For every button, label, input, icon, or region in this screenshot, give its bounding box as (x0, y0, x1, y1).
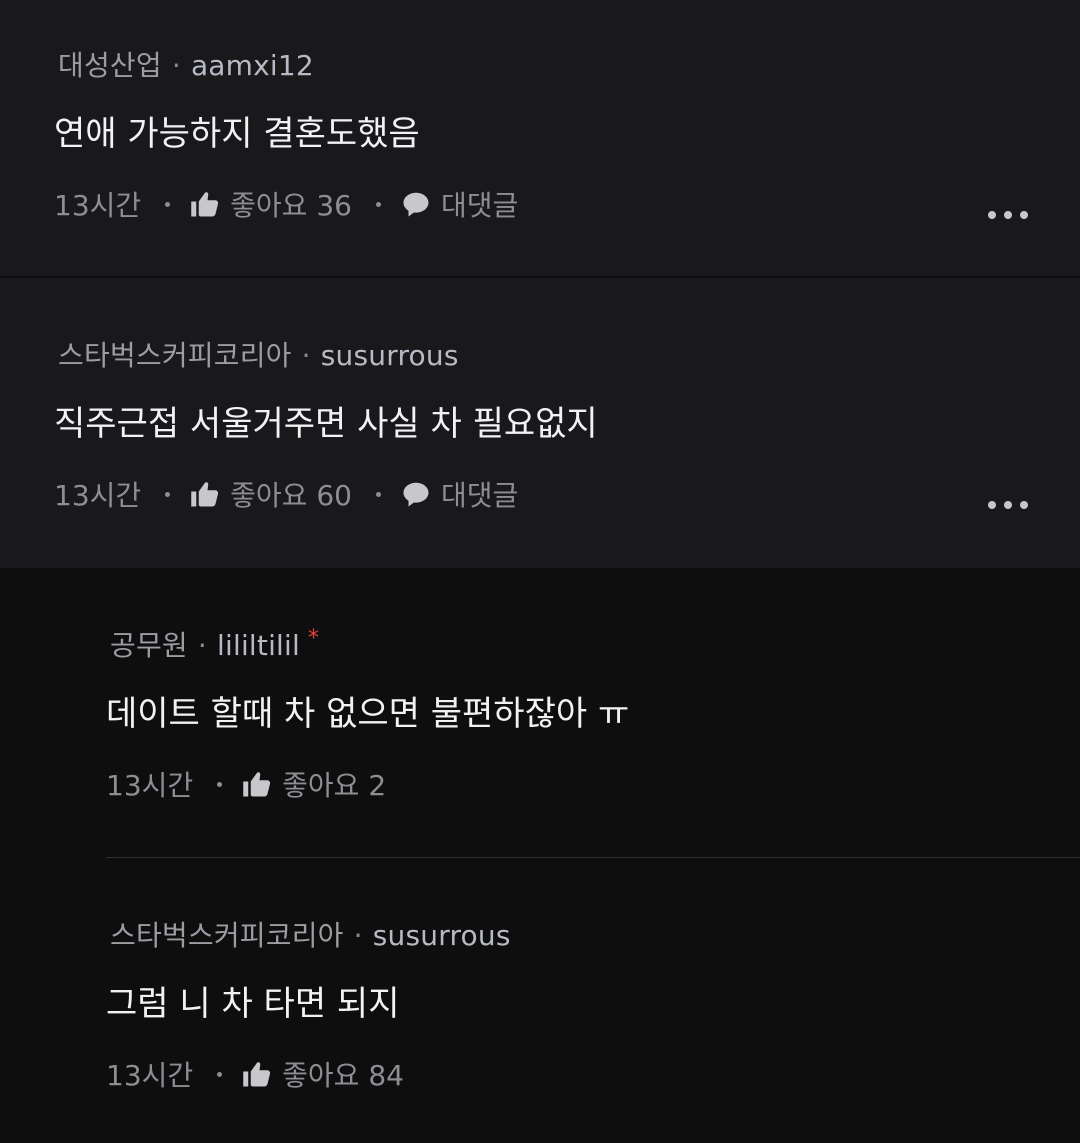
like-button[interactable]: 좋아요 60 (230, 474, 352, 514)
meta-separator (217, 781, 223, 787)
author-nickname: 스타벅스커피코리아 (58, 339, 292, 372)
reply-meta: 13시간 좋아요 84 (106, 1054, 404, 1094)
comment-meta: 13시간 좋아요 36 대댓글 (54, 184, 518, 224)
reply-item: 스타벅스커피코리아 · susurrous 그럼 니 차 타면 되지 13시간 좋아… (0, 858, 1080, 1143)
comment-author[interactable]: 스타벅스커피코리아 · susurrous (58, 334, 459, 374)
comment-card: 스타벅스커피코리아 · susurrous 직주근접 서울거주면 사실 차 필요없지… (0, 278, 1080, 568)
comment-text: 연애 가능하지 결혼도했음 (54, 114, 420, 154)
comment-meta: 13시간 좋아요 60 대댓글 (54, 474, 518, 514)
speech-bubble-icon[interactable] (401, 190, 431, 218)
reply-time: 13시간 (106, 769, 194, 802)
comment-time: 13시간 (54, 189, 142, 222)
author-user-id: aamxi12 (190, 49, 314, 82)
reply-thread: 공무원 · lililtilil * 데이트 할때 차 없으면 불편하잖아 ㅠ 13시… (0, 568, 1080, 1143)
thumbs-up-icon[interactable] (242, 770, 272, 798)
separator-dot: · (171, 49, 181, 82)
thumbs-up-icon[interactable] (242, 1060, 272, 1088)
author-nickname: 공무원 (110, 629, 188, 662)
reply-meta: 13시간 좋아요 2 (106, 764, 386, 804)
author-user-id: lililtilil (217, 629, 300, 662)
meta-separator (217, 1071, 223, 1077)
more-horizontal-icon (988, 501, 996, 509)
meta-separator (375, 491, 381, 497)
more-options-button[interactable] (988, 210, 1028, 220)
more-horizontal-icon (988, 211, 996, 219)
author-user-id: susurrous (372, 919, 511, 952)
separator-dot: · (301, 339, 311, 372)
meta-separator (165, 201, 171, 207)
more-dot (1020, 211, 1028, 219)
like-button[interactable]: 좋아요 84 (282, 1054, 404, 1094)
comment-time: 13시간 (54, 479, 142, 512)
comment-author[interactable]: 대성산업 · aamxi12 (58, 44, 314, 84)
reply-author[interactable]: 스타벅스커피코리아 · susurrous (110, 914, 511, 954)
author-badge: * (308, 625, 320, 651)
like-button[interactable]: 좋아요 36 (230, 184, 352, 224)
comment-card: 대성산업 · aamxi12 연애 가능하지 결혼도했음 13시간 좋아요 36 대… (0, 0, 1080, 276)
thumbs-up-icon[interactable] (190, 480, 220, 508)
reply-item: 공무원 · lililtilil * 데이트 할때 차 없으면 불편하잖아 ㅠ 13시… (0, 568, 1080, 858)
more-options-button[interactable] (988, 500, 1028, 510)
author-nickname: 대성산업 (58, 49, 162, 82)
reply-text: 그럼 니 차 타면 되지 (106, 984, 400, 1024)
like-button[interactable]: 좋아요 2 (282, 764, 386, 804)
reply-author[interactable]: 공무원 · lililtilil * (110, 624, 319, 664)
reply-button[interactable]: 대댓글 (441, 474, 518, 514)
more-dot (1004, 501, 1012, 509)
reply-button[interactable]: 대댓글 (441, 184, 518, 224)
comment-text: 직주근접 서울거주면 사실 차 필요없지 (54, 404, 598, 444)
reply-text: 데이트 할때 차 없으면 불편하잖아 ㅠ (106, 694, 630, 734)
separator-dot: · (197, 629, 207, 662)
author-nickname: 스타벅스커피코리아 (110, 919, 344, 952)
more-dot (1020, 501, 1028, 509)
more-dot (1004, 211, 1012, 219)
speech-bubble-icon[interactable] (401, 480, 431, 508)
separator-dot: · (353, 919, 363, 952)
author-user-id: susurrous (320, 339, 459, 372)
meta-separator (165, 491, 171, 497)
thumbs-up-icon[interactable] (190, 190, 220, 218)
reply-time: 13시간 (106, 1059, 194, 1092)
meta-separator (375, 201, 381, 207)
